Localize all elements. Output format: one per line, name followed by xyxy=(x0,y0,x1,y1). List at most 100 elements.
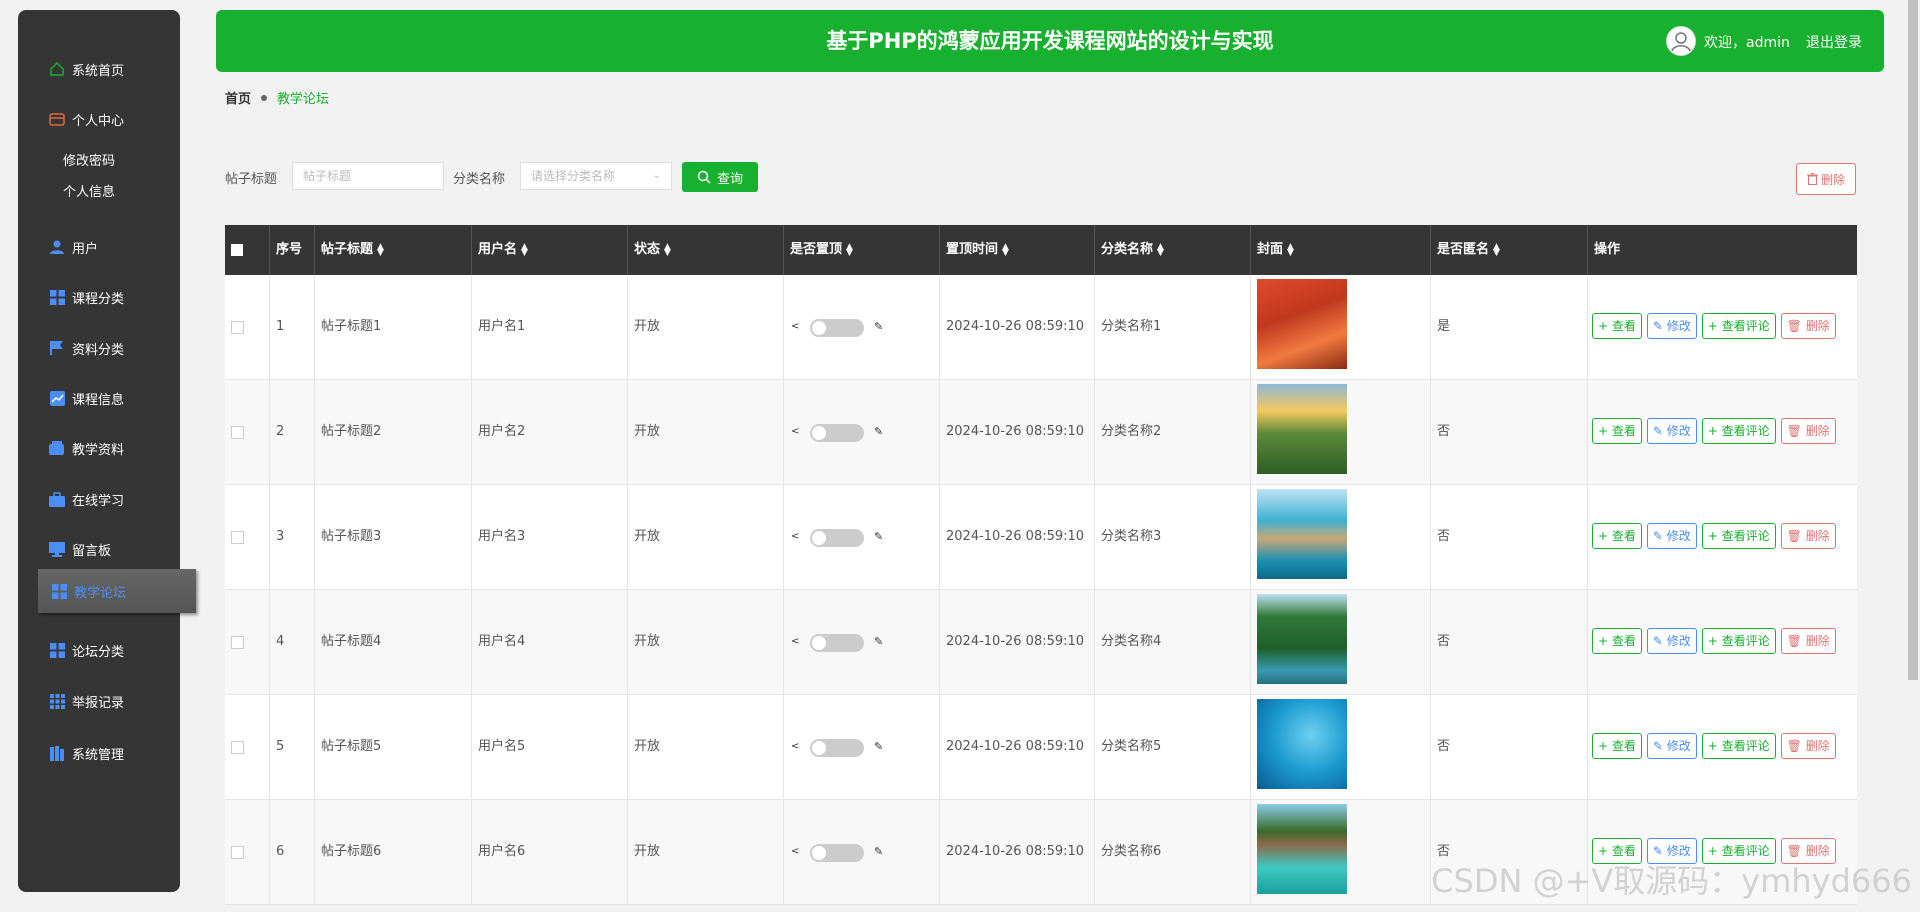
row-checkbox[interactable] xyxy=(231,741,244,754)
breadcrumb-current: 教学论坛 xyxy=(277,92,330,107)
delete-button[interactable]: 🗑 删除 xyxy=(1780,418,1836,444)
header-top-time[interactable]: 置顶时间 ▲ ▼ xyxy=(940,225,1095,275)
view-comments-button[interactable]: + 查看评论 xyxy=(1701,733,1776,759)
sidebar-item-message-board[interactable]: 留言板 xyxy=(18,534,180,564)
sidebar-item-course-info[interactable]: 课程信息 xyxy=(18,383,180,413)
sort-icon[interactable]: ▲ ▼ xyxy=(1002,242,1009,257)
sidebar-item-home[interactable]: 系统首页 xyxy=(18,54,180,84)
breadcrumb-home[interactable]: 首页 xyxy=(225,88,251,107)
delete-button[interactable]: 🗑 删除 xyxy=(1780,733,1836,759)
row-checkbox[interactable] xyxy=(231,321,244,334)
header-label: 序号 xyxy=(276,242,303,257)
edit-button-label: 修改 xyxy=(1666,319,1691,333)
view-button[interactable]: + 查看 xyxy=(1592,313,1642,339)
top-toggle[interactable] xyxy=(810,844,864,862)
delete-button-label: 删除 xyxy=(1805,634,1830,648)
title-search-input[interactable]: 帖子标题 xyxy=(292,162,444,190)
sidebar-item-label: 论坛分类 xyxy=(72,644,125,660)
row-checkbox[interactable] xyxy=(231,426,244,439)
category-select-placeholder: 请选择分类名称 xyxy=(531,169,616,183)
select-all-checkbox[interactable] xyxy=(231,244,243,256)
edit-button[interactable]: ✎ 修改 xyxy=(1646,313,1697,339)
cell-text: 否 xyxy=(1437,634,1451,649)
view-button[interactable]: + 查看 xyxy=(1592,733,1642,759)
header-is-top[interactable]: 是否置顶 ▲ ▼ xyxy=(784,225,940,275)
sidebar-item-teaching-forum[interactable]: 教学论坛 xyxy=(38,569,196,613)
delete-button-label: 删除 xyxy=(1805,319,1830,333)
top-header: 基于PHP的鸿蒙应用开发课程网站的设计与实现 欢迎，admin 退出登录 xyxy=(216,10,1884,72)
sidebar-item-teaching-materials[interactable]: 教学资料 xyxy=(18,433,180,463)
cell-status: 开放 xyxy=(628,275,784,379)
sidebar-item-report-records[interactable]: 举报记录 xyxy=(18,686,180,716)
sidebar-item-forum-category[interactable]: 论坛分类 xyxy=(18,635,180,665)
header-status[interactable]: 状态 ▲ ▼ xyxy=(628,225,784,275)
sidebar-item-label: 课程分类 xyxy=(72,291,125,307)
avatar[interactable] xyxy=(1666,26,1696,56)
vertical-scrollbar[interactable] xyxy=(1908,0,1918,680)
row-checkbox[interactable] xyxy=(231,636,244,649)
view-comments-button[interactable]: + 查看评论 xyxy=(1701,313,1776,339)
delete-button[interactable]: 🗑 删除 xyxy=(1780,523,1836,549)
top-toggle[interactable] xyxy=(810,634,864,652)
sort-icon[interactable]: ▲ ▼ xyxy=(1493,242,1500,257)
sidebar-item-personal-center[interactable]: 个人中心 xyxy=(18,104,180,134)
sidebar-item-users[interactable]: 用户 xyxy=(18,232,180,262)
sidebar-item-online-learning[interactable]: 在线学习 xyxy=(18,484,180,514)
sort-icon[interactable]: ▲ ▼ xyxy=(1157,242,1164,257)
top-toggle[interactable] xyxy=(810,424,864,442)
sort-icon[interactable]: ▲ ▼ xyxy=(1287,242,1294,257)
header-username[interactable]: 用户名 ▲ ▼ xyxy=(472,225,628,275)
logout-link[interactable]: 退出登录 xyxy=(1806,32,1862,52)
sidebar-item-system-management[interactable]: 系统管理 xyxy=(18,738,180,768)
top-toggle[interactable] xyxy=(810,529,864,547)
edit-button[interactable]: ✎ 修改 xyxy=(1646,733,1697,759)
delete-button[interactable]: 🗑 删除 xyxy=(1780,313,1836,339)
sidebar-subitem-personal-info[interactable]: 个人信息 xyxy=(63,181,115,200)
view-button[interactable]: + 查看 xyxy=(1592,523,1642,549)
cell-text: 否 xyxy=(1437,739,1451,754)
welcome-text: 欢迎，admin xyxy=(1704,35,1790,51)
sidebar-subitem-change-password[interactable]: 修改密码 xyxy=(63,150,115,169)
view-comments-button[interactable]: + 查看评论 xyxy=(1701,523,1776,549)
cell-text: 2 xyxy=(276,424,285,439)
row-checkbox[interactable] xyxy=(231,531,244,544)
plus-icon: + xyxy=(1707,634,1722,648)
view-comments-button[interactable]: + 查看评论 xyxy=(1701,628,1776,654)
cell-text: 分类名称5 xyxy=(1101,739,1162,754)
row-checkbox[interactable] xyxy=(231,846,244,859)
sort-icon[interactable]: ▲ ▼ xyxy=(846,242,853,257)
view-button[interactable]: + 查看 xyxy=(1592,628,1642,654)
sidebar-item-course-category[interactable]: 课程分类 xyxy=(18,282,180,312)
header-category[interactable]: 分类名称 ▲ ▼ xyxy=(1095,225,1251,275)
cell-time: 2024-10-26 08:59:10 xyxy=(940,485,1095,589)
sort-icon[interactable]: ▲ ▼ xyxy=(664,242,671,257)
cell-text: 分类名称1 xyxy=(1101,319,1162,334)
edit-button[interactable]: ✎ 修改 xyxy=(1646,418,1697,444)
table-row: 1 帖子标题1 用户名1 开放 2024-10-26 08:59:10 分类名称1 是 < ✎ +… xyxy=(225,275,1857,380)
sort-icon[interactable]: ▲ ▼ xyxy=(521,242,528,257)
header-label: 是否匿名 xyxy=(1437,242,1490,257)
edit-button[interactable]: ✎ 修改 xyxy=(1646,523,1697,549)
view-comments-button[interactable]: + 查看评论 xyxy=(1701,418,1776,444)
top-toggle[interactable] xyxy=(810,739,864,757)
sort-icon[interactable]: ▲ ▼ xyxy=(377,242,384,257)
batch-delete-button[interactable]: 删除 xyxy=(1796,163,1856,195)
cell-status: 开放 xyxy=(628,800,784,904)
grid-icon xyxy=(48,641,66,659)
cell-category: 分类名称4 xyxy=(1095,590,1251,694)
watermark: CSDN @+V取源码：ymhyd666 xyxy=(1431,862,1912,900)
delete-button[interactable]: 🗑 删除 xyxy=(1780,628,1836,654)
sidebar-item-material-category[interactable]: 资料分类 xyxy=(18,333,180,363)
top-toggle[interactable] xyxy=(810,319,864,337)
header-cover[interactable]: 封面 ▲ ▼ xyxy=(1251,225,1431,275)
header-anonymous[interactable]: 是否匿名 ▲ ▼ xyxy=(1431,225,1588,275)
view-button[interactable]: + 查看 xyxy=(1592,418,1642,444)
cell-text: 帖子标题4 xyxy=(321,634,382,649)
cell-text: 用户名6 xyxy=(478,844,526,859)
query-button[interactable]: 查询 xyxy=(682,162,758,192)
edit-button[interactable]: ✎ 修改 xyxy=(1646,628,1697,654)
cell-status: 开放 xyxy=(628,485,784,589)
header-title[interactable]: 帖子标题 ▲ ▼ xyxy=(315,225,472,275)
books-icon xyxy=(48,744,66,762)
category-select[interactable]: 请选择分类名称 ⌄ xyxy=(520,162,672,190)
